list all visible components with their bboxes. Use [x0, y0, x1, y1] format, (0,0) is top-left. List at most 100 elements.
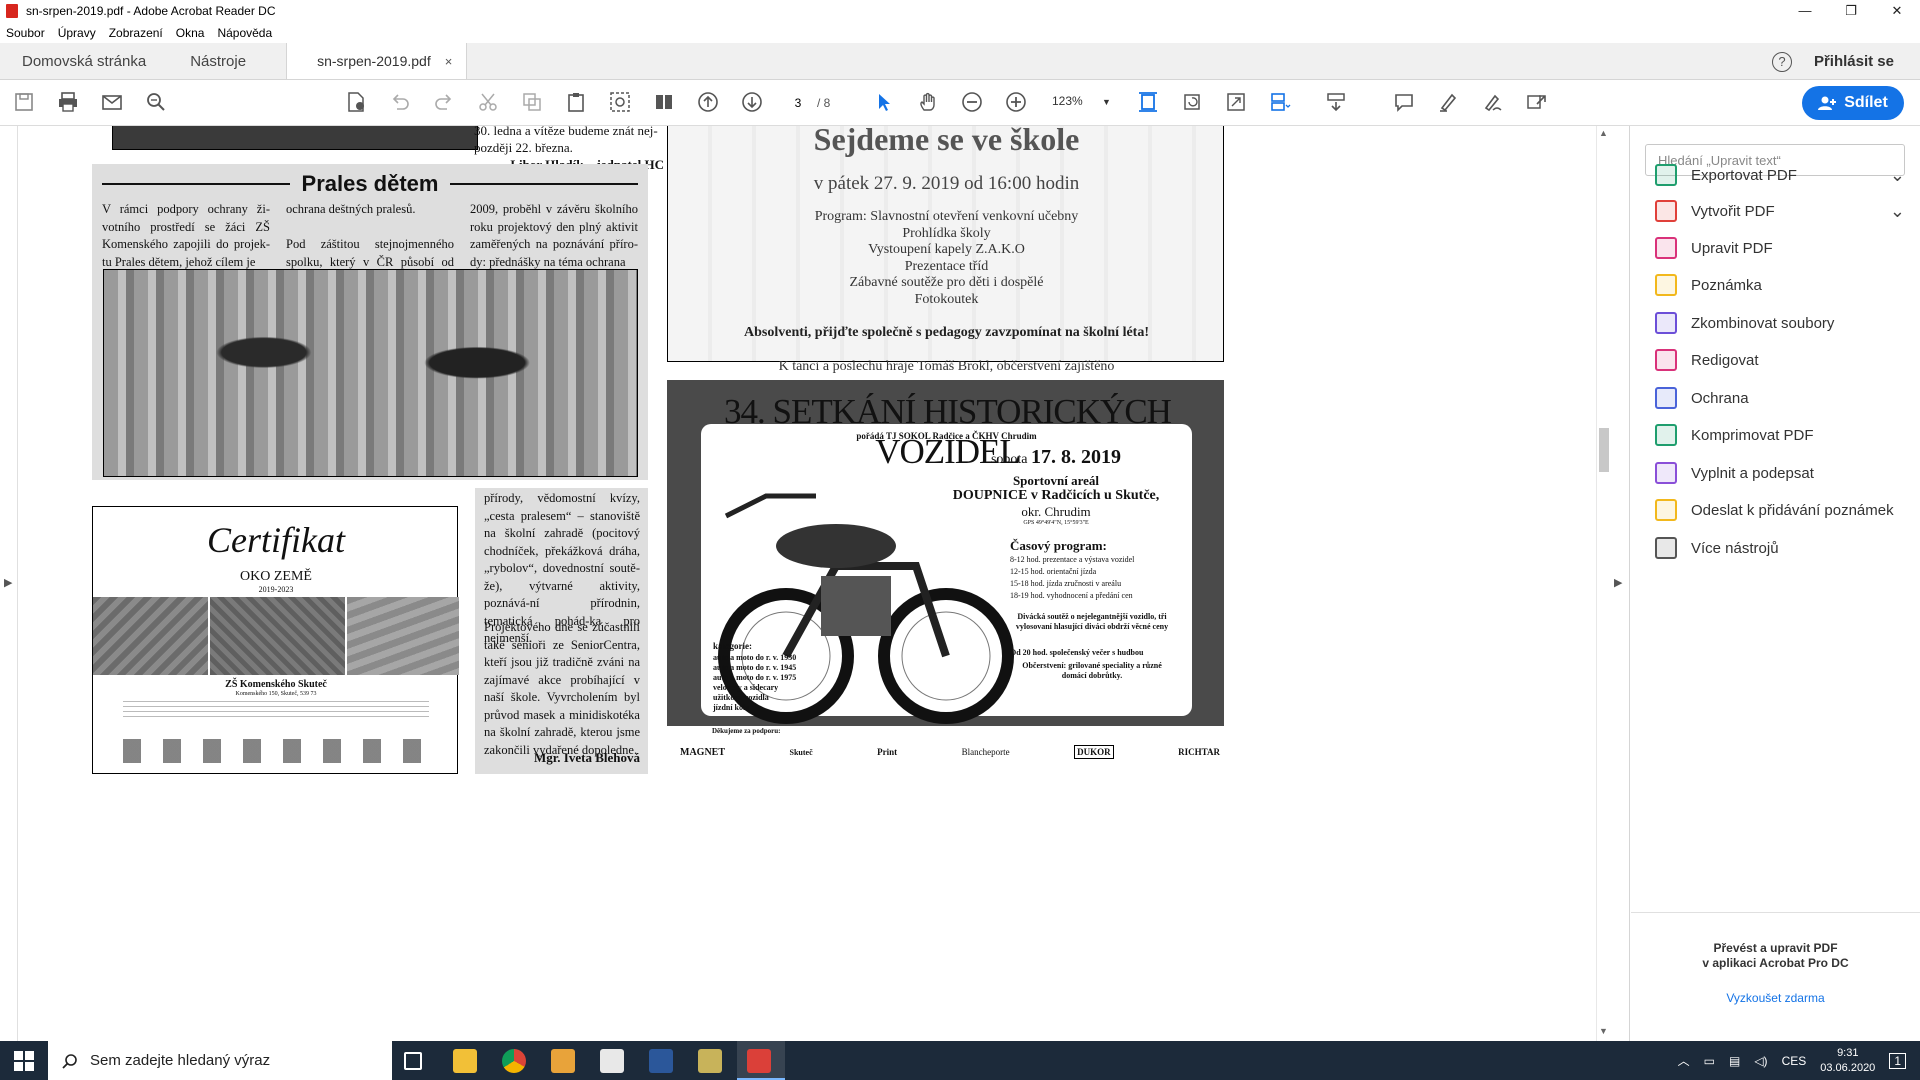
- comment-icon[interactable]: [1392, 91, 1416, 115]
- office-icon[interactable]: [551, 1049, 575, 1073]
- tool-item[interactable]: Redigovat: [1655, 345, 1905, 375]
- read-mode-icon[interactable]: [1324, 91, 1348, 115]
- prev-page-icon[interactable]: [696, 91, 720, 115]
- sponsor-logo: DUKOR: [1074, 745, 1114, 759]
- scroll-mode-icon[interactable]: [1268, 91, 1292, 115]
- page-number-input[interactable]: [783, 92, 813, 114]
- close-tab-icon[interactable]: ×: [445, 54, 453, 69]
- zoom-select[interactable]: 123% ▼: [1052, 94, 1116, 114]
- file-explorer-icon[interactable]: [453, 1049, 477, 1073]
- signin-link[interactable]: Přihlásit se: [1814, 53, 1894, 70]
- left-panel-toggle[interactable]: ▶: [0, 126, 18, 1041]
- certificate-fineprint: [123, 701, 429, 719]
- scroll-down-icon[interactable]: ▼: [1599, 1026, 1608, 1036]
- word-icon[interactable]: [649, 1049, 673, 1073]
- tool-icon: [1655, 499, 1677, 521]
- moto-evening: Od 20 hod. společenský večer s hudbou: [1010, 648, 1144, 657]
- menu-file[interactable]: Soubor: [6, 26, 45, 40]
- tool-item[interactable]: Zkombinovat soubory: [1655, 308, 1905, 338]
- chevron-down-icon[interactable]: ⌄: [1890, 201, 1905, 222]
- pdf-page: 30. ledna a vítěze budeme znát nej- pozd…: [20, 126, 1596, 1041]
- chevron-down-icon[interactable]: ⌄: [1890, 165, 1905, 186]
- tool-item[interactable]: Upravit PDF: [1655, 233, 1905, 263]
- scrollbar-thumb[interactable]: [1599, 428, 1609, 472]
- sponsor-logo: RICHTAR: [1178, 747, 1220, 757]
- snapshot-icon[interactable]: [608, 91, 632, 115]
- email-icon[interactable]: [100, 91, 124, 115]
- rotate-icon[interactable]: [1180, 91, 1204, 115]
- send-comments-icon[interactable]: [1524, 91, 1548, 115]
- undo-icon[interactable]: [388, 91, 412, 115]
- try-free-link[interactable]: Vyzkoušet zdarma: [1631, 991, 1920, 1005]
- moto-program-item: 8-12 hod. prezentace a výstava vozidel: [1010, 555, 1135, 564]
- tool-item[interactable]: Komprimovat PDF: [1655, 420, 1905, 450]
- fit-page-icon[interactable]: [1136, 91, 1160, 115]
- notification-icon[interactable]: 1: [1889, 1052, 1906, 1069]
- tool-item[interactable]: Vyplnit a podepsat: [1655, 458, 1905, 488]
- copy-icon[interactable]: [520, 91, 544, 115]
- vertical-scrollbar[interactable]: ▲ ▼: [1596, 126, 1610, 1041]
- paste-icon[interactable]: [564, 91, 588, 115]
- menu-bar: Soubor Úpravy Zobrazení Okna Nápověda: [0, 22, 1920, 43]
- task-view-icon[interactable]: [404, 1052, 422, 1070]
- full-screen-icon[interactable]: [1224, 91, 1248, 115]
- share-button[interactable]: Sdílet: [1802, 86, 1904, 120]
- taskbar-search-text: Sem zadejte hledaný výraz: [90, 1052, 271, 1069]
- language-indicator[interactable]: CES: [1782, 1054, 1807, 1068]
- moto-food: Občerstvení: grilované speciality a různ…: [1022, 661, 1162, 680]
- print-icon[interactable]: [56, 91, 80, 115]
- tool-icon: [1655, 237, 1677, 259]
- clock-time: 9:31: [1837, 1046, 1859, 1059]
- tool-item[interactable]: Poznámka: [1655, 270, 1905, 300]
- close-window-button[interactable]: ✕: [1874, 0, 1920, 22]
- notes-icon[interactable]: [698, 1049, 722, 1073]
- highlight-icon[interactable]: [1436, 91, 1460, 115]
- zoom-in-icon[interactable]: [1004, 91, 1028, 115]
- certificate-photo-2: [210, 597, 345, 675]
- select-tool-icon[interactable]: [872, 91, 896, 115]
- maximize-button[interactable]: ❐: [1828, 0, 1874, 22]
- volume-icon[interactable]: ◁): [1754, 1054, 1767, 1068]
- minimize-button[interactable]: —: [1782, 0, 1828, 22]
- windows-start-icon[interactable]: [14, 1051, 34, 1071]
- tool-item[interactable]: Odeslat k přidávání poznámek: [1655, 495, 1905, 525]
- create-pdf-icon[interactable]: [344, 91, 368, 115]
- save-icon[interactable]: [12, 91, 36, 115]
- chevron-up-icon[interactable]: ︿: [1678, 1052, 1690, 1069]
- tool-item[interactable]: Více nástrojů: [1655, 533, 1905, 563]
- menu-window[interactable]: Okna: [176, 26, 205, 40]
- menu-view[interactable]: Zobrazení: [109, 26, 163, 40]
- tab-document[interactable]: sn-srpen-2019.pdf ×: [286, 43, 468, 79]
- taskbar-search[interactable]: Sem zadejte hledaný výraz: [48, 1041, 392, 1080]
- clock[interactable]: 9:31 03.06.2020: [1820, 1046, 1875, 1076]
- prales-column-3: 2009, proběhl v závěru školního roku pro…: [470, 202, 638, 269]
- menu-edit[interactable]: Úpravy: [58, 26, 96, 40]
- help-icon[interactable]: ?: [1771, 51, 1792, 72]
- tab-home[interactable]: Domovská stránka: [0, 43, 168, 79]
- right-panel-toggle[interactable]: ▶: [1610, 126, 1630, 1041]
- calculator-icon[interactable]: [600, 1049, 624, 1073]
- certificate-years: 2019-2023: [258, 585, 294, 594]
- collapse-right-icon: ▶: [1614, 577, 1623, 589]
- tool-item[interactable]: Vytvořit PDF ⌄: [1655, 196, 1905, 226]
- chrome-icon[interactable]: [502, 1049, 526, 1073]
- network-icon[interactable]: ▤: [1729, 1054, 1740, 1068]
- battery-icon[interactable]: ▭: [1704, 1054, 1715, 1068]
- certificate-photo-3: [347, 597, 459, 675]
- sponsor-logo: Print: [877, 747, 898, 757]
- next-page-icon[interactable]: [740, 91, 764, 115]
- find-icon[interactable]: [144, 91, 168, 115]
- sign-icon[interactable]: [1480, 91, 1504, 115]
- tab-tools[interactable]: Nástroje: [168, 43, 268, 79]
- page-view-icon[interactable]: [652, 91, 676, 115]
- certificate: Certifikat OKO ZEMĚ 2019-2023 ZŠ Komensk…: [92, 506, 459, 774]
- zoom-out-icon[interactable]: [960, 91, 984, 115]
- page-total: / 8: [817, 96, 831, 110]
- menu-help[interactable]: Nápověda: [217, 26, 272, 40]
- tool-item[interactable]: Exportovat PDF ⌄: [1655, 160, 1905, 190]
- redo-icon[interactable]: [432, 91, 456, 115]
- scroll-up-icon[interactable]: ▲: [1599, 128, 1608, 138]
- tool-item[interactable]: Ochrana: [1655, 383, 1905, 413]
- hand-tool-icon[interactable]: [916, 91, 940, 115]
- cut-icon[interactable]: [476, 91, 500, 115]
